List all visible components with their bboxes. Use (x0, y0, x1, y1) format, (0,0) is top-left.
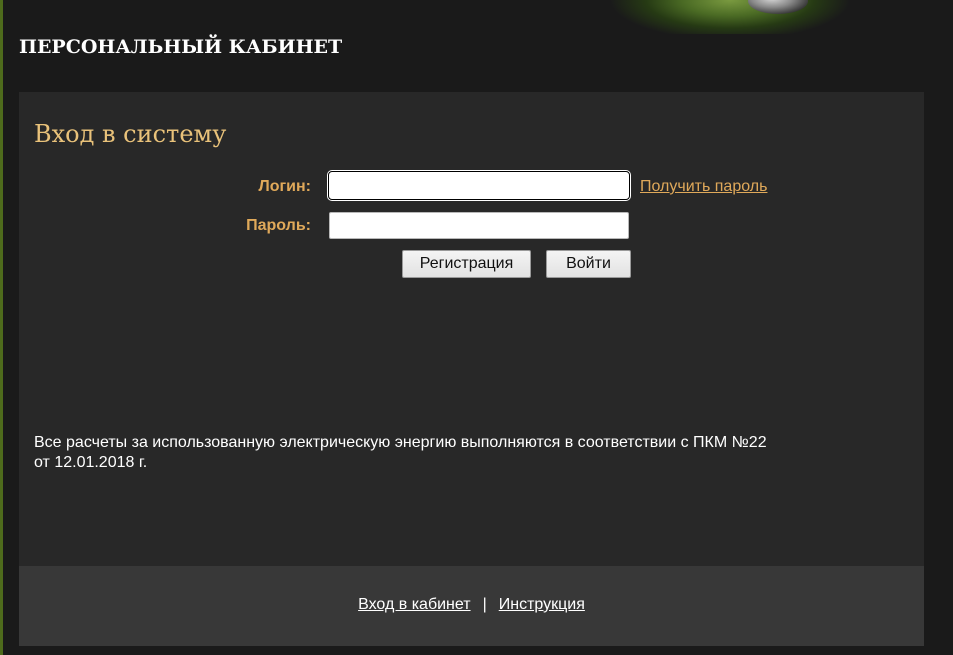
login-heading: Вход в систему (34, 120, 227, 148)
get-password-link[interactable]: Получить пароль (640, 178, 767, 196)
header-decoration-image (600, 0, 880, 34)
footer-nav: Вход в кабинет | Инструкция (19, 596, 924, 614)
billing-notice: Все расчеты за использованную электричес… (34, 433, 894, 473)
notice-line-2: от 12.01.2018 г. (34, 454, 148, 471)
login-input[interactable] (328, 171, 630, 200)
notice-line-1: Все расчеты за использованную электричес… (34, 434, 767, 451)
decoration-blob (748, 0, 808, 14)
login-label: Логин: (258, 178, 312, 195)
login-panel: Вход в систему Логин: Получить пароль Па… (19, 92, 924, 566)
register-button[interactable]: Регистрация (402, 250, 531, 278)
password-label: Пароль: (246, 217, 311, 234)
footer-separator: | (482, 596, 487, 613)
login-button[interactable]: Войти (546, 250, 631, 278)
site-title: ПЕРСОНАЛЬНЫЙ КАБИНЕТ (19, 36, 343, 58)
footer-link-instructions[interactable]: Инструкция (499, 596, 585, 613)
page: ПЕРСОНАЛЬНЫЙ КАБИНЕТ Вход в систему Логи… (0, 0, 953, 655)
footer-link-cabinet[interactable]: Вход в кабинет (358, 596, 470, 613)
password-input[interactable] (329, 212, 629, 239)
left-accent-stripe (0, 0, 3, 655)
footer: Вход в кабинет | Инструкция (19, 566, 924, 646)
